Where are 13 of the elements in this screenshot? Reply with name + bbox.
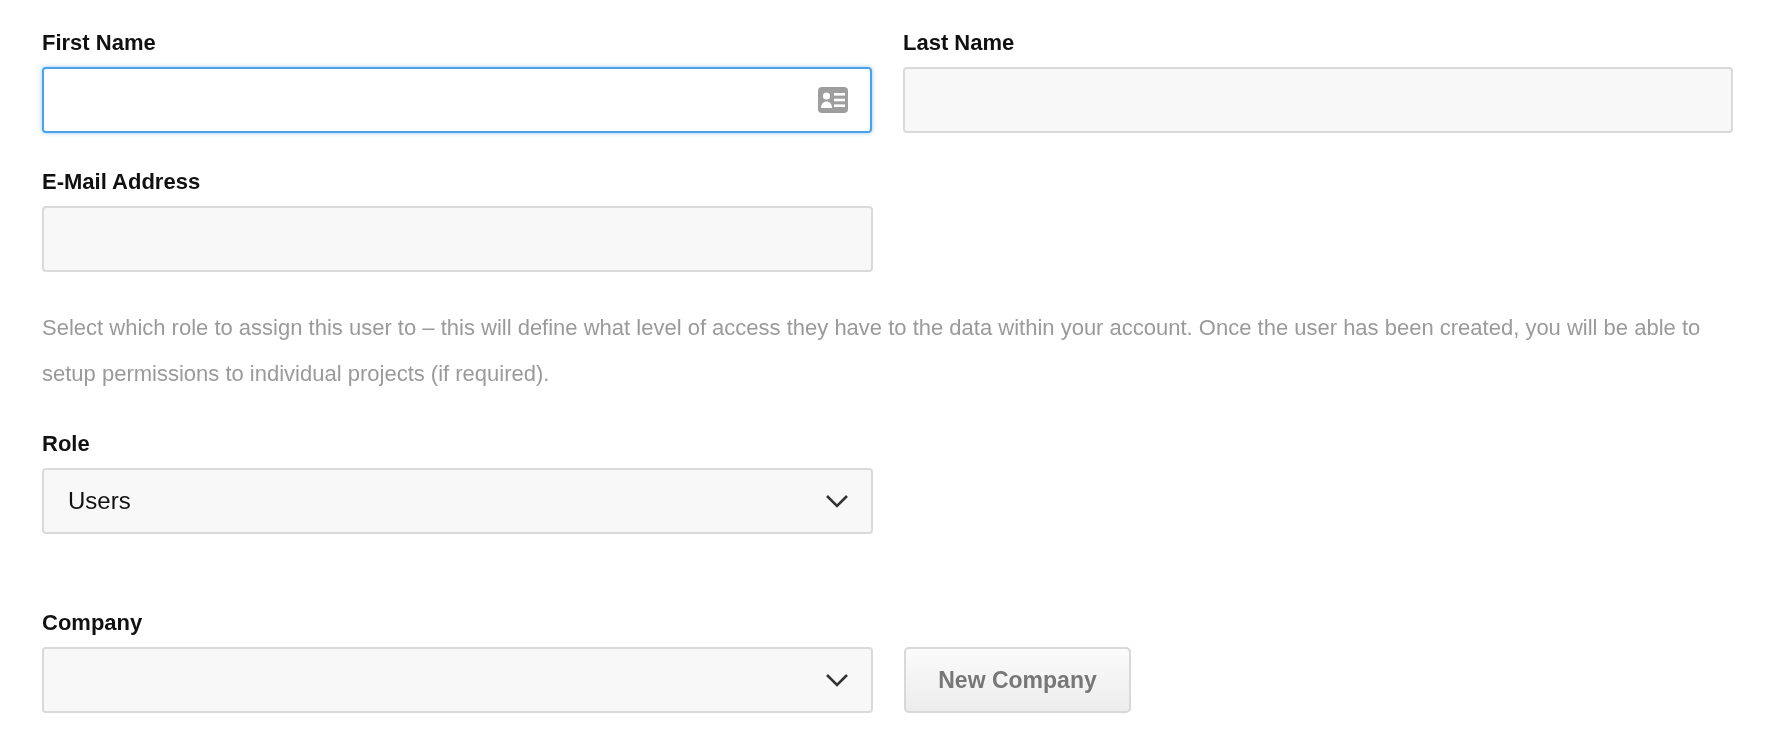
- select-field[interactable]: [42, 647, 873, 713]
- text-input-field[interactable]: [42, 67, 872, 133]
- new-company-button[interactable]: New Company: [904, 647, 1131, 713]
- select-field[interactable]: Users: [42, 468, 873, 534]
- role-help-text: Select which role to assign this user to – this will define what level of access they have to the data within your account. Once the user has been created, you will be able to setup permissions to individual projects (if required).: [42, 314, 1702, 388]
- field-label: Role: [42, 430, 91, 458]
- field-label: E-Mail Address: [42, 168, 202, 196]
- field-label: Company: [42, 609, 144, 637]
- field-label: Last Name: [903, 29, 1016, 57]
- chevron-down-icon: [825, 494, 849, 508]
- contact-card-icon[interactable]: [818, 87, 848, 113]
- chevron-down-icon: [825, 673, 849, 687]
- field-label: First Name: [42, 29, 157, 57]
